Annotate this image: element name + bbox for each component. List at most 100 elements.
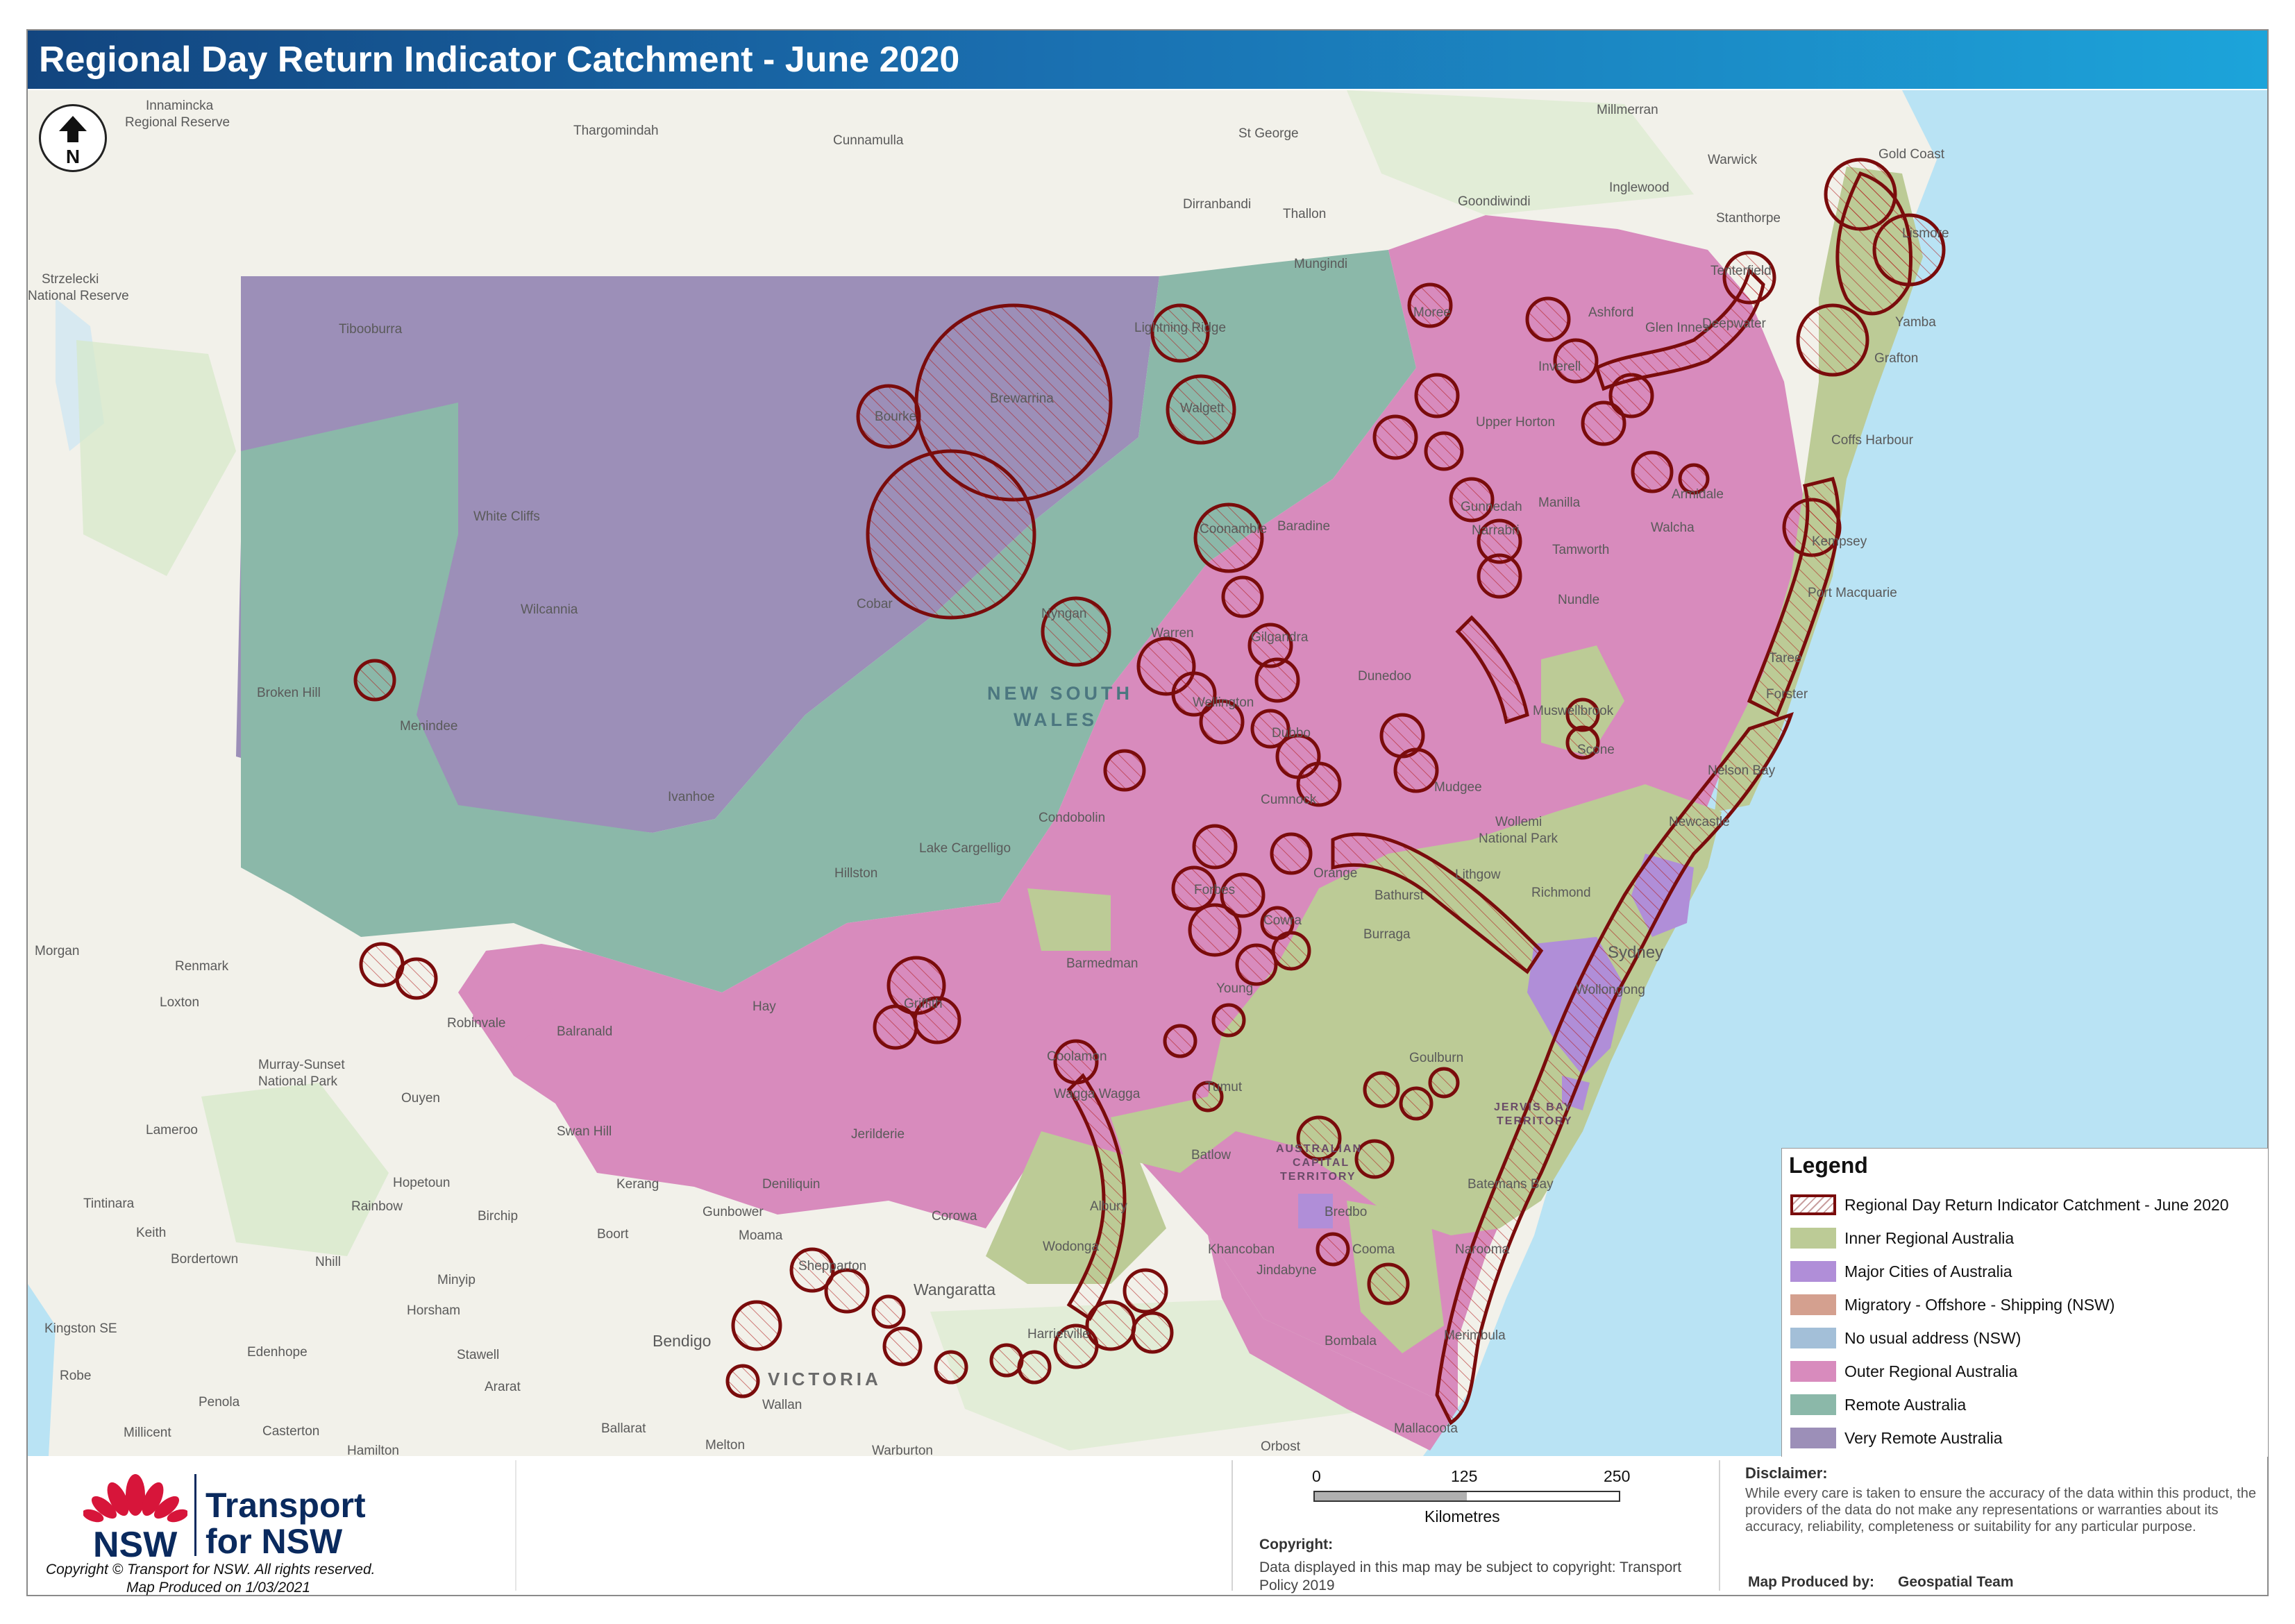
footer-divider — [515, 1460, 516, 1591]
place-innamincka-2: Regional Reserve — [125, 115, 230, 130]
place-morgan: Morgan — [35, 944, 79, 958]
place-warren: Warren — [1151, 626, 1194, 641]
place-wodonga: Wodonga — [1043, 1240, 1099, 1254]
catchment-parkes — [1192, 824, 1238, 870]
place-act-3: TERRITORY — [1280, 1171, 1356, 1183]
place-orange: Orange — [1313, 866, 1357, 881]
legend-item-outer-regional: Outer Regional Australia — [1789, 1357, 2268, 1385]
place-tamworth: Tamworth — [1552, 543, 1609, 557]
legend-swatch-outer-regional — [1790, 1361, 1836, 1382]
place-murray-sunset-2: National Park — [258, 1074, 338, 1089]
catchment-young — [1211, 1003, 1246, 1038]
place-ouyen: Ouyen — [401, 1091, 440, 1106]
scale-tick-125: 125 — [1451, 1467, 1478, 1485]
map-title: Regional Day Return Indicator Catchment … — [39, 40, 960, 80]
place-nsw-1: NEW SOUTH — [987, 683, 1133, 704]
place-khancoban: Khancoban — [1208, 1242, 1275, 1257]
catchment-canberra-s — [1315, 1232, 1350, 1267]
place-bombala: Bombala — [1325, 1334, 1377, 1348]
place-harrietville: Harrietville — [1027, 1327, 1090, 1342]
place-menindee: Menindee — [400, 719, 457, 734]
place-shepparton: Shepparton — [798, 1259, 866, 1274]
place-goulburn: Goulburn — [1409, 1051, 1463, 1065]
place-corowa: Corowa — [932, 1209, 977, 1224]
legend-item-major-cities: Major Cities of Australia — [1789, 1257, 2268, 1285]
place-lake-cargelligo: Lake Cargelligo — [919, 841, 1011, 856]
produced-by-value: Geospatial Team — [1898, 1574, 2014, 1590]
place-yamba: Yamba — [1895, 315, 1936, 330]
logo-line-1: Transport — [205, 1486, 366, 1525]
catchment-holbrook — [1123, 1268, 1168, 1314]
place-nundle: Nundle — [1558, 593, 1599, 607]
place-boort: Boort — [597, 1227, 629, 1242]
place-mallacoota: Mallacoota — [1394, 1421, 1458, 1436]
place-wollongong: Wollongong — [1576, 983, 1645, 997]
place-jindabyne: Jindabyne — [1256, 1263, 1317, 1278]
scale-bar-fill — [1315, 1492, 1467, 1500]
catchment-inverell-w — [1525, 296, 1571, 342]
catchment-bingara — [1372, 414, 1418, 460]
north-arrow: N — [39, 104, 107, 172]
catchment-moama-s — [725, 1364, 760, 1398]
legend-swatch-very-remote — [1790, 1428, 1836, 1448]
region-inner-regional-west — [1027, 888, 1111, 951]
place-broken-hill: Broken Hill — [257, 686, 321, 700]
place-murray-sunset: Murray-Sunset — [258, 1058, 345, 1072]
legend-title: Legend — [1789, 1153, 1868, 1178]
legend-item-remote: Remote Australia — [1789, 1390, 2268, 1418]
place-inverell: Inverell — [1538, 360, 1581, 374]
place-lismore: Lismore — [1902, 226, 1949, 241]
catchment-dubbo-south — [1254, 657, 1300, 703]
place-melton: Melton — [705, 1438, 745, 1453]
catchment-grafton — [1796, 303, 1869, 377]
place-armidale: Armidale — [1672, 487, 1724, 502]
place-upper-horton: Upper Horton — [1476, 415, 1555, 430]
place-walgett: Walgett — [1180, 401, 1225, 416]
legend-item-catchment: Regional Day Return Indicator Catchment … — [1789, 1190, 2268, 1218]
place-merimbula: Merimbula — [1444, 1328, 1506, 1343]
place-condobolin: Condobolin — [1039, 811, 1105, 825]
produced-date: Map Produced on 1/03/2021 — [126, 1580, 311, 1596]
catchment-bingara-e — [1424, 431, 1464, 471]
place-horsham: Horsham — [407, 1303, 460, 1318]
catchment-cobar-north — [866, 449, 1036, 620]
transport-nsw-logo: NSW Transport for NSW — [83, 1467, 382, 1565]
place-dubbo: Dubbo — [1272, 726, 1311, 741]
place-dirranbandi: Dirranbandi — [1183, 197, 1251, 212]
place-balranald: Balranald — [557, 1024, 612, 1039]
place-thallon: Thallon — [1283, 207, 1326, 221]
place-coffs-harbour: Coffs Harbour — [1831, 433, 1914, 448]
place-barmedman: Barmedman — [1066, 956, 1138, 971]
place-burraga: Burraga — [1363, 927, 1411, 942]
place-white-cliffs: White Cliffs — [473, 509, 540, 524]
legend-item-very-remote: Very Remote Australia — [1789, 1423, 2268, 1451]
catchment-gilgandra — [1221, 575, 1264, 618]
catchment-corowa — [934, 1350, 968, 1385]
place-victoria: VICTORIA — [768, 1369, 882, 1389]
place-innamincka: Innamincka — [146, 99, 214, 113]
place-strzelecki: Strzelecki — [42, 272, 99, 287]
place-port-macquarie: Port Macquarie — [1808, 586, 1897, 600]
place-gold-coast: Gold Coast — [1878, 147, 1945, 162]
place-albury: Albury — [1090, 1199, 1127, 1214]
place-strzelecki-2: National Reserve — [28, 289, 129, 303]
north-label: N — [66, 146, 80, 167]
waratah-icon — [83, 1474, 187, 1523]
place-jervis-bay-1: JERVIS BAY — [1494, 1101, 1572, 1113]
place-nhill: Nhill — [315, 1255, 341, 1269]
scale-tick-0: 0 — [1312, 1467, 1321, 1485]
place-renmark: Renmark — [175, 959, 229, 974]
catchment-temora — [1163, 1024, 1197, 1058]
place-cunnamulla: Cunnamulla — [833, 133, 904, 148]
place-deniliquin: Deniliquin — [762, 1177, 820, 1192]
place-baradine: Baradine — [1277, 519, 1330, 534]
place-gunnedah: Gunnedah — [1461, 500, 1522, 514]
place-young: Young — [1216, 981, 1253, 996]
legend-swatch-remote — [1790, 1394, 1836, 1415]
place-bordertown: Bordertown — [171, 1252, 238, 1267]
place-inglewood: Inglewood — [1609, 180, 1670, 195]
place-robe: Robe — [60, 1369, 91, 1383]
place-kerang: Kerang — [616, 1177, 659, 1192]
place-coolamon: Coolamon — [1047, 1049, 1107, 1064]
legend-label: Very Remote Australia — [1844, 1429, 2003, 1447]
